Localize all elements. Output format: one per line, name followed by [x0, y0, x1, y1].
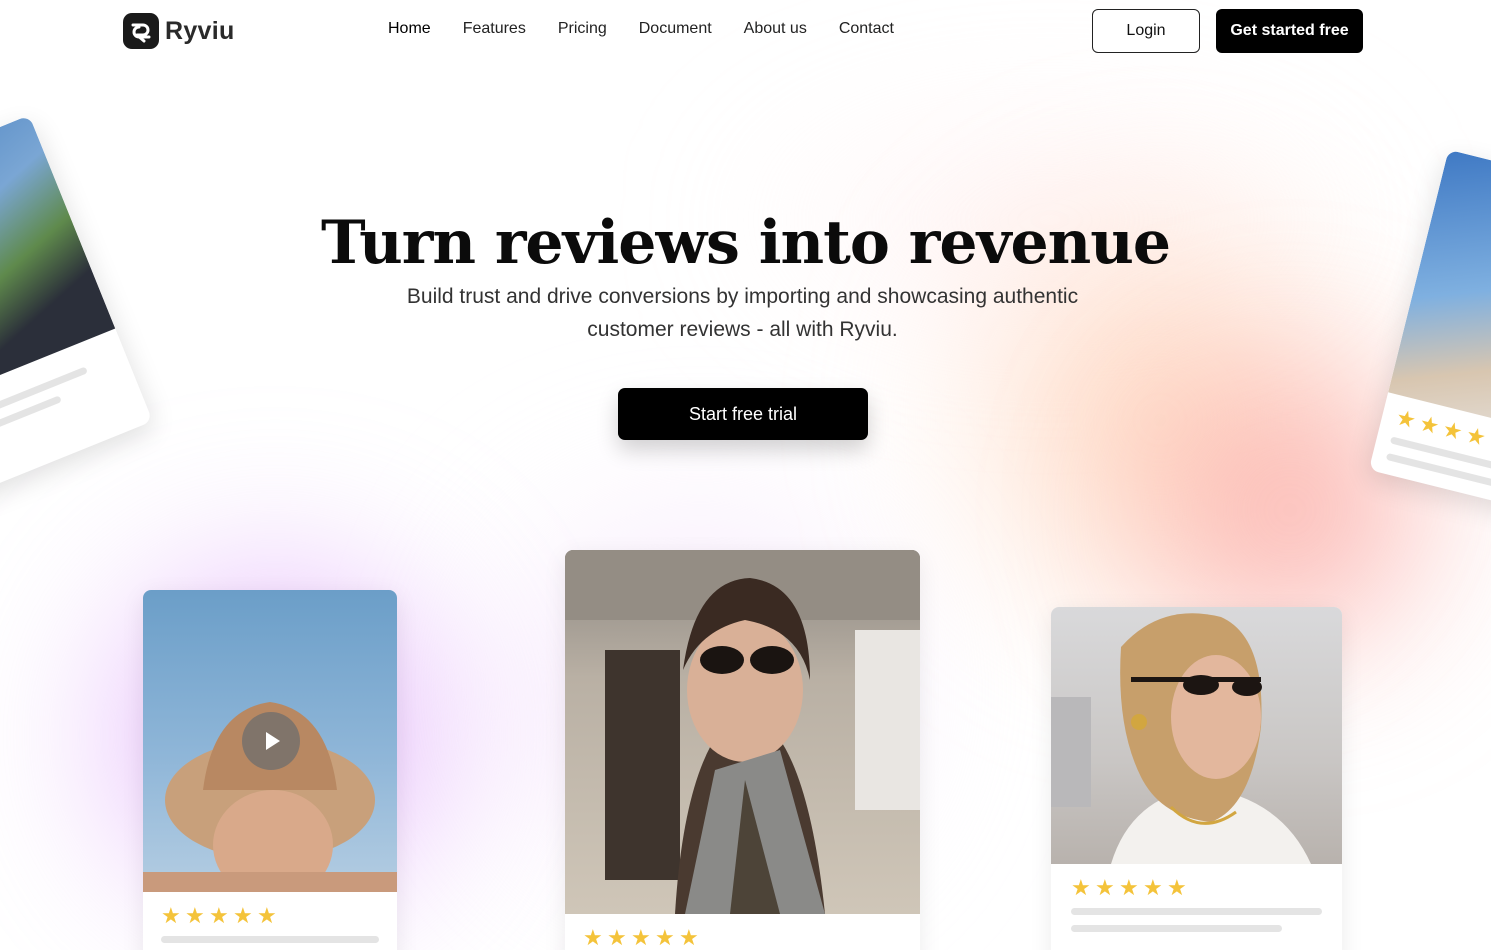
review-card-side-left — [0, 115, 153, 515]
star-icon: ★ — [655, 925, 675, 950]
nav-item-features[interactable]: Features — [463, 20, 526, 38]
star-icon: ★ — [1486, 427, 1491, 457]
star-icon: ★ — [607, 925, 627, 950]
review-text-placeholder — [1071, 908, 1322, 915]
review-card-body: ★ ★ ★ ★ ★ — [565, 914, 920, 950]
review-card-video[interactable]: ★ ★ ★ ★ ★ — [143, 590, 397, 950]
review-card-photo[interactable]: ★ ★ ★ ★ ★ — [1051, 607, 1342, 950]
site-header: Ryviu Home Features Pricing Document Abo… — [0, 0, 1491, 62]
hero-subtitle: Build trust and drive conversions by imp… — [370, 280, 1115, 346]
star-icon: ★ — [1440, 415, 1466, 445]
rating-stars: ★ ★ ★ ★ ★ — [1071, 875, 1322, 900]
nav-item-document[interactable]: Document — [639, 20, 712, 38]
hero-subtitle-line-1: Build trust and drive conversions by imp… — [406, 285, 1079, 308]
star-icon: ★ — [631, 925, 651, 950]
review-photo — [1051, 607, 1342, 864]
star-icon: ★ — [1143, 875, 1163, 900]
review-text-placeholder — [161, 936, 379, 943]
brand-name: Ryviu — [165, 16, 235, 45]
star-icon: ★ — [1416, 410, 1442, 440]
rating-stars: ★ ★ ★ ★ ★ — [583, 925, 902, 950]
nav-item-about-us[interactable]: About us — [744, 20, 807, 38]
ryviu-logo-icon — [123, 13, 159, 49]
star-icon: ★ — [1167, 875, 1187, 900]
review-card-body: ★ ★ ★ ★ ★ — [1051, 864, 1342, 946]
nav-item-contact[interactable]: Contact — [839, 20, 894, 38]
nav-item-home[interactable]: Home — [388, 20, 431, 38]
star-icon: ★ — [1463, 421, 1489, 451]
star-icon: ★ — [209, 903, 229, 928]
play-button[interactable] — [242, 712, 300, 770]
star-icon: ★ — [161, 903, 181, 928]
start-free-trial-button[interactable]: Start free trial — [618, 388, 868, 440]
main-nav: Home Features Pricing Document About us … — [388, 20, 894, 38]
star-icon: ★ — [583, 925, 603, 950]
review-text-placeholder — [1071, 925, 1282, 932]
star-icon: ★ — [1119, 875, 1139, 900]
get-started-button[interactable]: Get started free — [1216, 9, 1363, 53]
review-card-side-right: ★ ★ ★ ★ ★ — [1368, 149, 1491, 531]
hero-subtitle-line-2: customer reviews - all with Ryviu. — [587, 318, 898, 341]
star-icon: ★ — [1393, 404, 1419, 434]
star-icon: ★ — [233, 903, 253, 928]
star-icon: ★ — [257, 903, 277, 928]
hero-title: Turn reviews into revenue — [320, 208, 1171, 278]
star-icon: ★ — [185, 903, 205, 928]
review-card-body: ★ ★ ★ ★ ★ — [1369, 392, 1491, 528]
review-card-featured[interactable]: ★ ★ ★ ★ ★ — [565, 550, 920, 950]
star-icon: ★ — [679, 925, 699, 950]
review-photo — [143, 590, 397, 892]
portrait-illustration — [1051, 613, 1311, 864]
review-card-body: ★ ★ ★ ★ ★ — [143, 892, 397, 950]
review-text-placeholder — [0, 395, 62, 461]
portrait-illustration — [565, 550, 920, 914]
brand-logo[interactable]: Ryviu — [123, 13, 235, 49]
star-icon: ★ — [1071, 875, 1091, 900]
star-icon: ★ — [1095, 875, 1115, 900]
rating-stars: ★ ★ ★ ★ ★ — [161, 903, 379, 928]
login-button[interactable]: Login — [1092, 9, 1200, 53]
review-photo — [565, 550, 920, 914]
nav-item-pricing[interactable]: Pricing — [558, 20, 607, 38]
play-icon — [266, 732, 280, 750]
